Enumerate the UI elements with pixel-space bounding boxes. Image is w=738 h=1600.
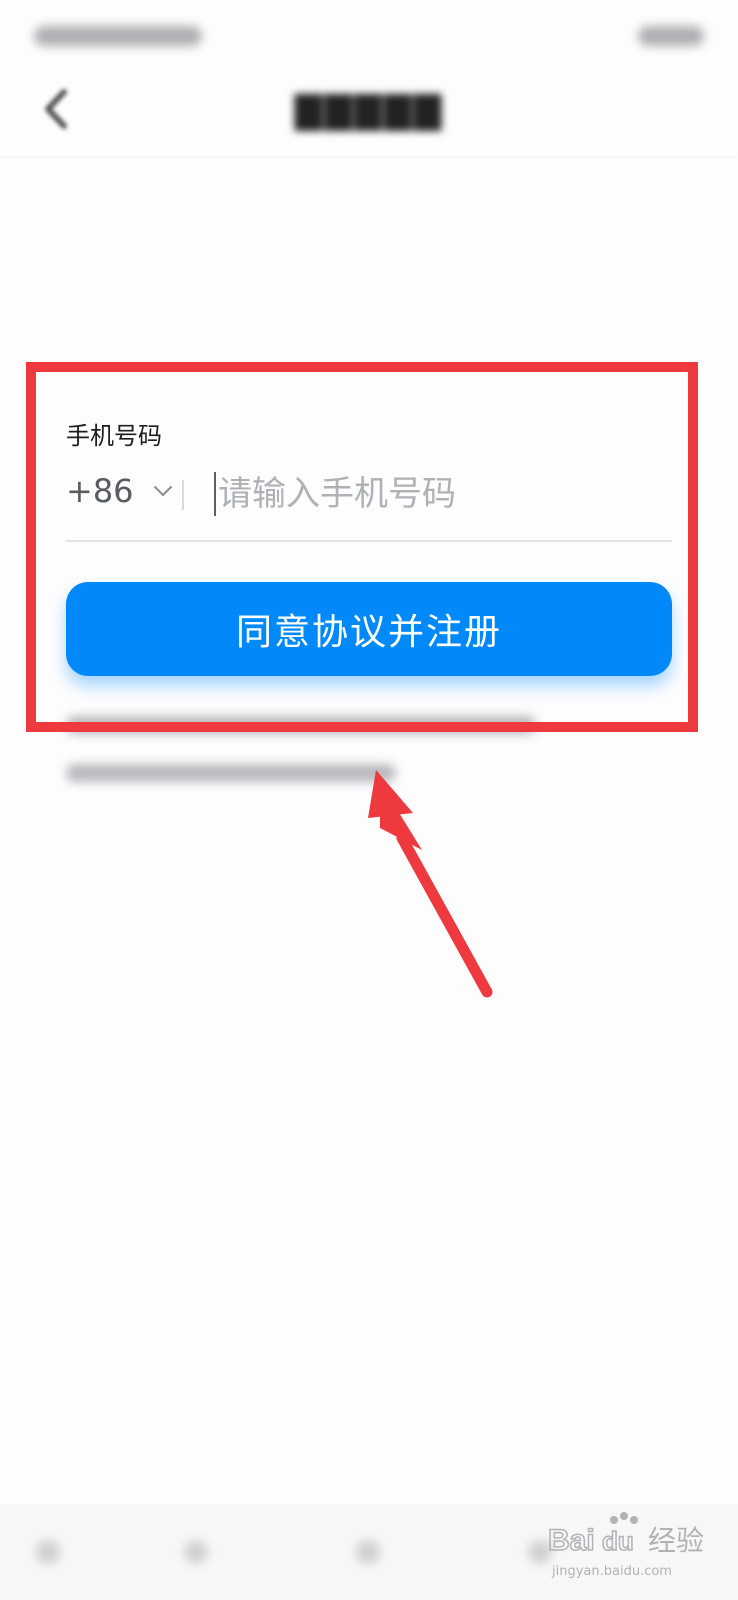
- watermark-url: jingyan.baidu.com: [552, 1564, 672, 1579]
- red-highlight-annotation: [26, 362, 698, 732]
- svg-text:Bai: Bai: [548, 1524, 595, 1557]
- bottom-nav-item-blurred[interactable]: [36, 1540, 60, 1564]
- red-arrow-annotation: [368, 770, 493, 998]
- baidu-jingyan-watermark: Bai du 经验 jingyan.baidu.com: [542, 1508, 722, 1588]
- svg-text:经验: 经验: [648, 1524, 704, 1557]
- status-battery-blurred: [638, 26, 704, 46]
- baidu-logo-icon: Bai du 经验: [547, 1512, 704, 1558]
- status-time-signal-blurred: [34, 26, 202, 46]
- page-title-blurred: ▇▇▇▇▇: [294, 90, 444, 131]
- status-bar: [0, 0, 738, 70]
- svg-text:du: du: [602, 1526, 634, 1556]
- bottom-nav-item-blurred[interactable]: [184, 1540, 208, 1564]
- agreement-text-blurred-2: [66, 764, 396, 782]
- nav-bar: ▇▇▇▇▇: [0, 70, 738, 156]
- bottom-nav-item-blurred[interactable]: [356, 1540, 380, 1564]
